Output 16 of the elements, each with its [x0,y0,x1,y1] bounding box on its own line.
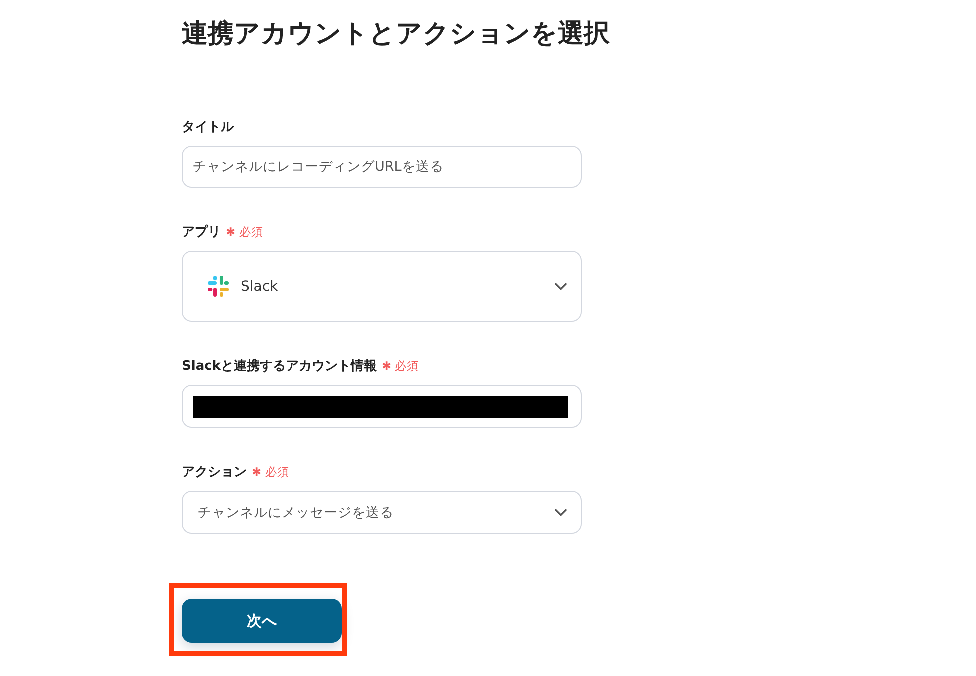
app-select-field[interactable]: Slack [182,251,582,322]
field-label: アクション [182,464,247,481]
action-select-field[interactable]: チャンネルにメッセージを送る [182,491,582,534]
required-tag: ✱ 必須 [252,464,290,480]
field-label: Slackと連携するアカウント情報 [182,358,377,375]
app-logo-icon [208,276,229,297]
chevron-down-icon [555,508,567,516]
field-label: アプリ [182,224,221,241]
next-button[interactable]: 次へ [182,599,342,643]
page-title: 連携アカウントとアクションを選択 [182,18,610,51]
account-input-field[interactable] [182,385,582,428]
field-label: タイトル [182,119,234,136]
required-tag: ✱ 必須 [226,224,264,240]
chevron-down-icon [555,282,567,290]
required-tag: ✱ 必須 [382,358,420,374]
title-input-field[interactable]: チャンネルにレコーディングURLを送る [182,146,582,188]
